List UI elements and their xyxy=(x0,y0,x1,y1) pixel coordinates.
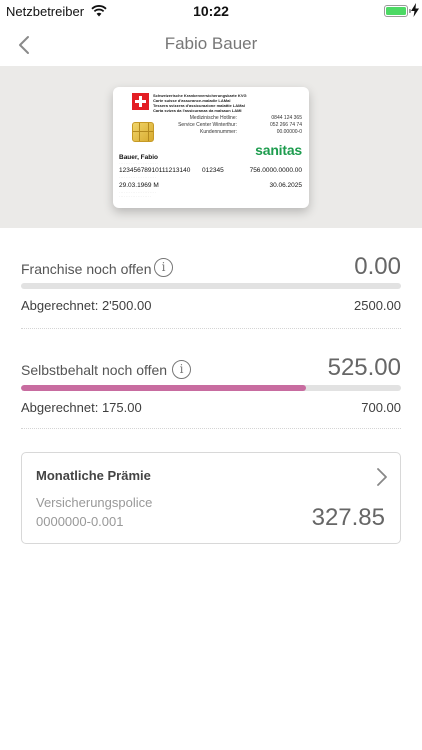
selbstbehalt-billed-label: Abgerechnet: 175.00 xyxy=(21,400,142,415)
franchise-progress-bar xyxy=(21,283,401,289)
premium-title: Monatliche Prämie xyxy=(36,468,151,483)
franchise-label: Franchise noch offen xyxy=(21,261,152,277)
franchise-billed-label: Abgerechnet: 2'500.00 xyxy=(21,298,152,313)
card-hotline-value: 0844 124 365 xyxy=(271,115,302,121)
divider xyxy=(21,428,401,429)
card-service-center-value: 052 266 74 74 xyxy=(270,122,302,128)
card-area: Schweizerische Krankenversicherungskarte… xyxy=(0,66,422,228)
card-hotline-label: Medizinische Hotline: xyxy=(189,115,237,121)
franchise-info-icon[interactable]: i xyxy=(154,258,173,277)
card-birth-date: 29.03.1969 M xyxy=(119,182,159,189)
franchise-total: 2500.00 xyxy=(354,298,401,313)
status-time: 10:22 xyxy=(193,3,229,19)
selbstbehalt-section: Selbstbehalt noch offen i 525.00 Abgerec… xyxy=(21,354,401,434)
policy-label: Versicherungspolice xyxy=(36,495,153,510)
card-fineprint: · · · · · · · · · · · · · · · · · · · · … xyxy=(119,175,156,179)
premium-amount: 327.85 xyxy=(311,504,385,531)
card-number: 12345678910111213140 xyxy=(119,167,191,174)
swiss-flag-icon xyxy=(132,93,149,110)
monthly-premium-card[interactable]: Monatliche Prämie Versicherungspolice 00… xyxy=(21,452,401,544)
selbstbehalt-info-icon[interactable]: i xyxy=(172,360,191,379)
card-ahv-number: 756.0000.0000.00 xyxy=(249,167,302,174)
card-chip-icon xyxy=(132,122,154,142)
chevron-right-icon[interactable] xyxy=(376,467,388,487)
card-fineprint: · · · · · · · · · · · · · · · · · · · · … xyxy=(119,161,158,165)
navigation-bar: Fabio Bauer xyxy=(0,24,422,66)
selbstbehalt-label: Selbstbehalt noch offen xyxy=(21,362,168,378)
selbstbehalt-progress-bar xyxy=(21,385,401,391)
divider xyxy=(21,328,401,329)
policy-number: 0000000-0.001 xyxy=(36,514,124,529)
card-header-line: Carta svizra da l'assicuranza da malsaun… xyxy=(153,108,242,113)
battery-icon xyxy=(384,5,408,17)
selbstbehalt-total: 700.00 xyxy=(361,400,401,415)
status-bar: Netzbetreiber 10:22 xyxy=(0,0,422,24)
page-title: Fabio Bauer xyxy=(164,34,258,53)
card-insurer-code: 012345 xyxy=(202,167,224,174)
card-service-center-label: Service Center Winterthur: xyxy=(178,122,237,128)
franchise-section: Franchise noch offen i 0.00 Abgerechnet:… xyxy=(21,253,401,333)
card-expiry-date: 30.06.2025 xyxy=(269,182,302,189)
insurance-card[interactable]: Schweizerische Krankenversicherungskarte… xyxy=(113,87,309,208)
card-customer-number-value: 00.00000-0 xyxy=(276,129,302,135)
card-fineprint: · · · · · · · · · · · · · · · · · · · xyxy=(119,194,151,198)
charging-bolt-icon xyxy=(411,3,419,17)
sanitas-logo: sanitas xyxy=(255,142,302,158)
battery-level xyxy=(386,7,406,15)
selbstbehalt-progress-fill xyxy=(21,385,306,391)
franchise-open-value: 0.00 xyxy=(354,253,401,280)
selbstbehalt-open-value: 525.00 xyxy=(327,354,401,381)
card-customer-number-label: Kundennummer: xyxy=(200,129,237,135)
